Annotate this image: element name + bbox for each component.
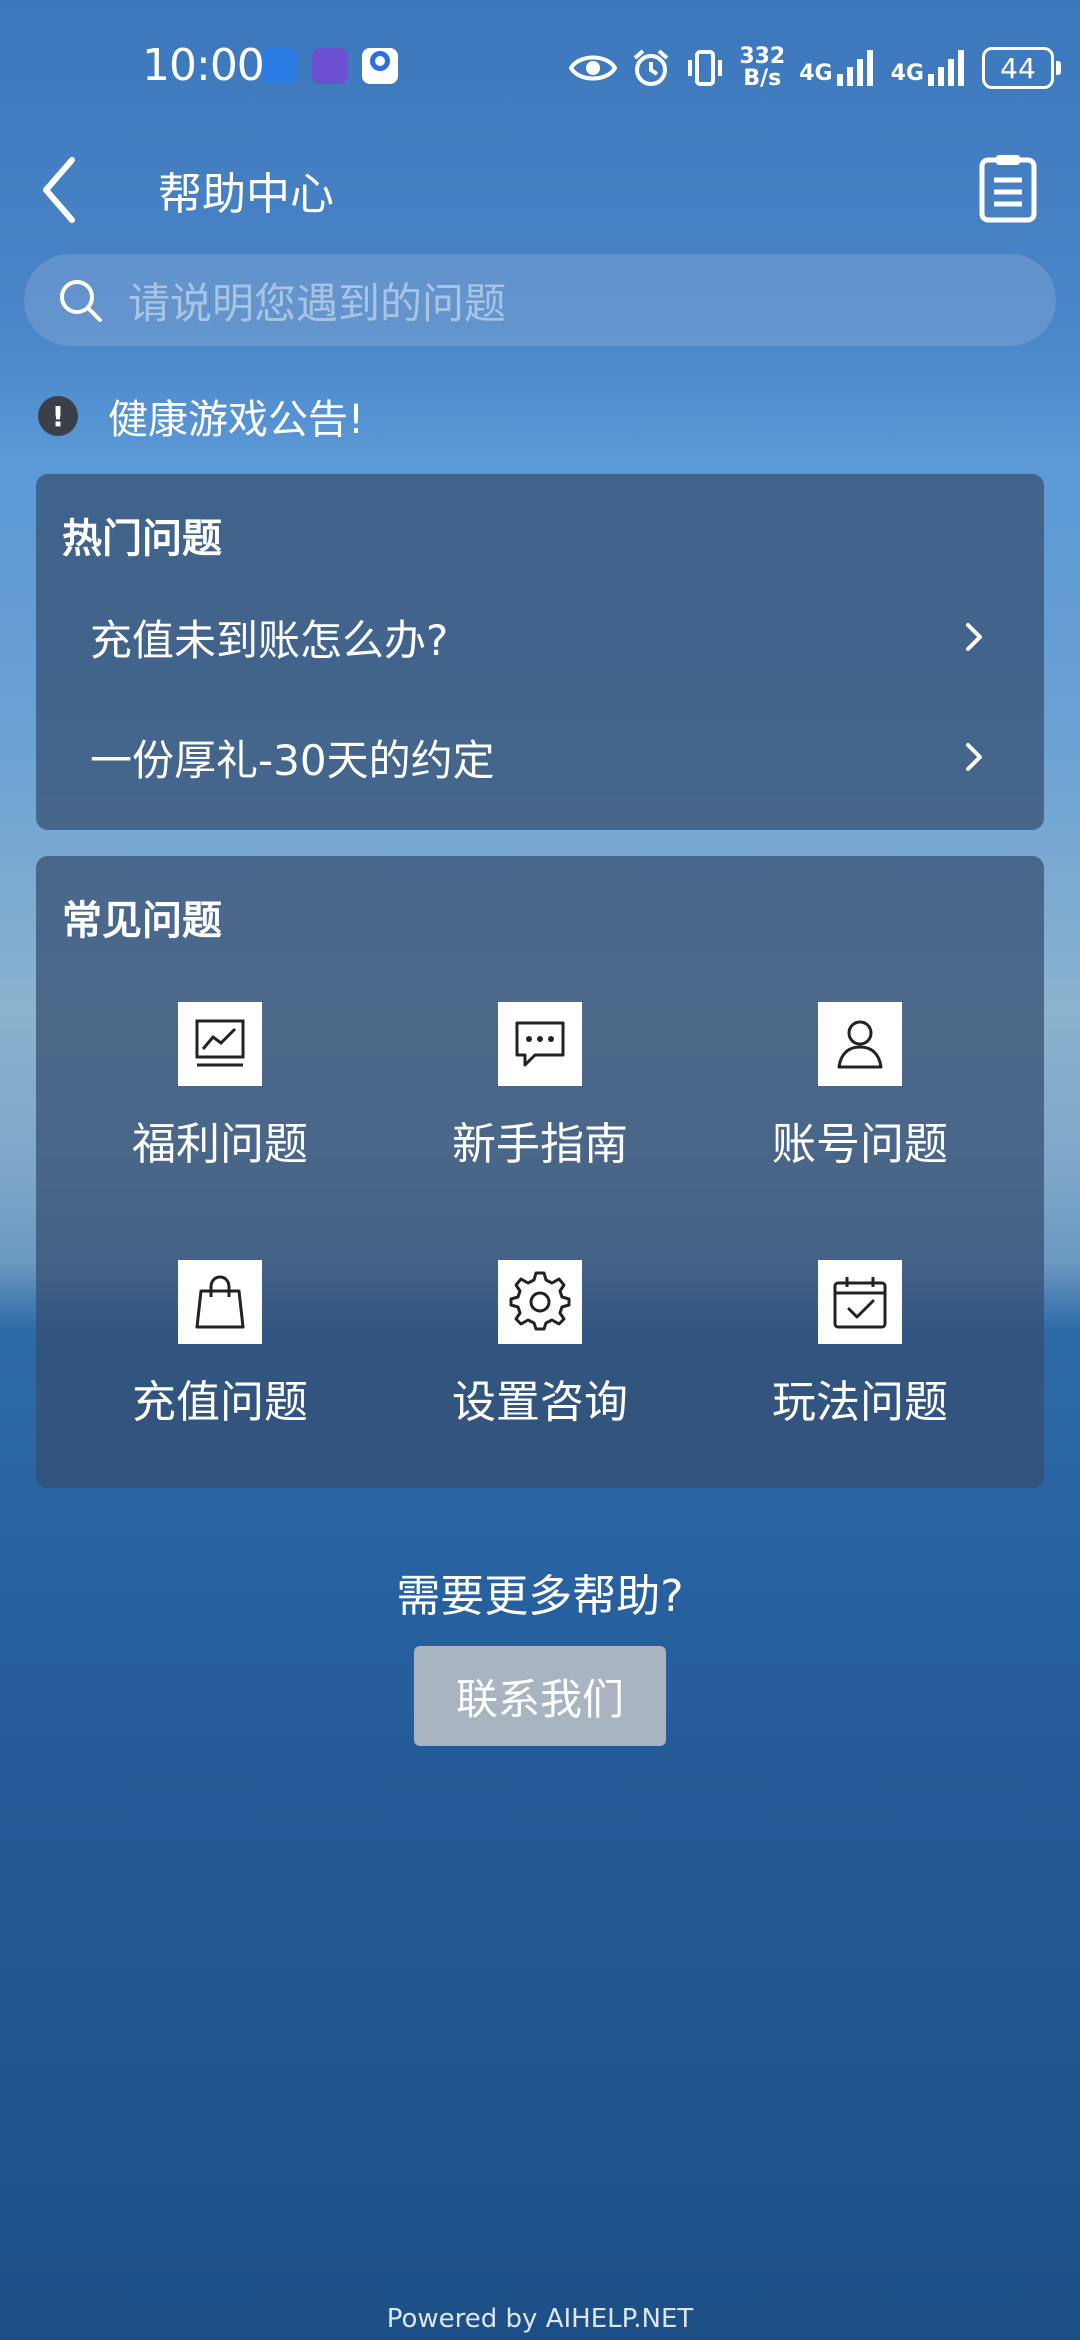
notification-tieba-icon — [312, 48, 348, 84]
signal-bars-icon — [928, 50, 964, 86]
hot-questions-card: 热门问题 充值未到账怎么办? 一份厚礼-30天的约定 — [36, 474, 1044, 830]
chevron-right-icon — [966, 743, 982, 771]
faq-item-label: 玩法问题 — [772, 1377, 948, 1428]
page-title: 帮助中心 — [158, 169, 334, 220]
search-placeholder: 请说明您遇到的问题 — [128, 278, 507, 328]
faq-item-guide[interactable]: 新手指南 — [390, 1002, 690, 1172]
faq-item-recharge[interactable]: 充值问题 — [70, 1260, 370, 1430]
signal-strength-2: 4G — [891, 50, 968, 86]
need-more-help-text: 需要更多帮助? — [396, 1571, 684, 1622]
status-time: 10:00 — [142, 40, 265, 91]
faq-item-label: 充值问题 — [132, 1377, 308, 1428]
search-input[interactable]: 请说明您遇到的问题 — [24, 254, 1056, 346]
clipboard-icon — [979, 155, 1037, 223]
user-icon — [818, 1002, 902, 1086]
chart-icon — [178, 1002, 262, 1086]
alert-icon: ! — [38, 396, 78, 436]
vibrate-icon — [688, 50, 723, 86]
faq-item-label: 设置咨询 — [452, 1377, 628, 1428]
notification-app-icon — [262, 48, 298, 84]
faq-title: 常见问题 — [62, 898, 222, 944]
chevron-right-icon — [966, 623, 982, 651]
signal-strength-1: 4G — [799, 50, 876, 86]
powered-by-footer: Powered by AIHELP.NET — [386, 2304, 694, 2334]
shopping-bag-icon — [178, 1260, 262, 1344]
notification-video-icon — [362, 48, 398, 84]
history-button[interactable] — [976, 152, 1040, 224]
faq-item-settings[interactable]: 设置咨询 — [390, 1260, 690, 1430]
status-indicators: 332 B/s 4G 4G 44 — [569, 42, 1061, 94]
hot-question-item[interactable]: 一份厚礼-30天的约定 — [36, 702, 1044, 812]
eye-icon — [569, 55, 618, 81]
alarm-icon — [633, 49, 669, 86]
signal-bars-icon — [836, 50, 873, 86]
contact-us-button[interactable]: 联系我们 — [414, 1646, 666, 1746]
hot-questions-title: 热门问题 — [62, 516, 222, 562]
battery-indicator: 44 — [982, 47, 1061, 89]
search-icon — [60, 280, 102, 322]
gear-icon — [498, 1260, 582, 1344]
status-bar: 10:00 332 B/s 4G 4G 44 — [0, 0, 1080, 140]
faq-item-gameplay[interactable]: 玩法问题 — [710, 1260, 1010, 1430]
chevron-left-icon — [43, 157, 75, 223]
network-speed: 332 B/s — [739, 44, 786, 91]
back-button[interactable] — [32, 150, 92, 230]
faq-item-label: 账号问题 — [772, 1119, 948, 1170]
notice-banner[interactable]: ! 健康游戏公告! — [38, 384, 364, 448]
faq-item-label: 新手指南 — [452, 1119, 628, 1170]
faq-item-account[interactable]: 账号问题 — [710, 1002, 1010, 1172]
hot-question-label: 一份厚礼-30天的约定 — [90, 735, 495, 785]
message-icon — [498, 1002, 582, 1086]
hot-question-label: 充值未到账怎么办? — [90, 615, 449, 665]
calendar-check-icon — [818, 1260, 902, 1344]
faq-item-label: 福利问题 — [132, 1119, 308, 1170]
notice-text: 健康游戏公告! — [108, 397, 365, 443]
hot-question-item[interactable]: 充值未到账怎么办? — [36, 582, 1044, 692]
faq-card: 常见问题 福利问题 新手指南 账号问题 充值问题 设置咨询 玩法问题 — [36, 856, 1044, 1488]
faq-item-welfare[interactable]: 福利问题 — [70, 1002, 370, 1172]
